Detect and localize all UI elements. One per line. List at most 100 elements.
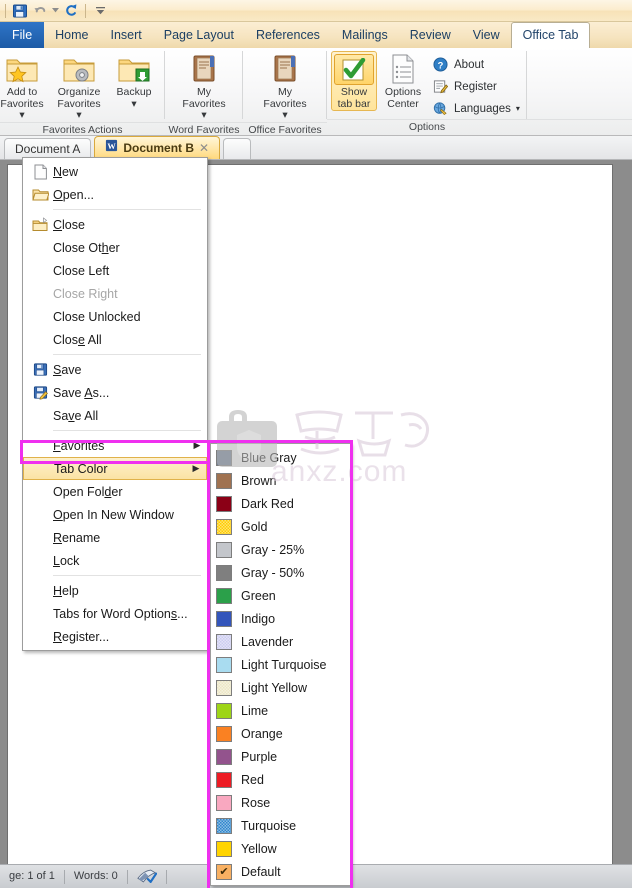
color-item-turquoise[interactable]: Turquoise — [211, 814, 350, 837]
color-item-red[interactable]: Red — [211, 768, 350, 791]
color-item-gold[interactable]: Gold — [211, 515, 350, 538]
close-folder-icon — [27, 215, 53, 234]
color-item-indigo[interactable]: Indigo — [211, 607, 350, 630]
color-item-light-turquoise[interactable]: Light Turquoise — [211, 653, 350, 676]
word-count[interactable]: Words: 0 — [65, 868, 127, 885]
word-my-favorites-dropdown-icon[interactable]: ▾ — [201, 109, 206, 122]
undo-dropdown-icon[interactable] — [51, 2, 60, 20]
menu-item-close-other[interactable]: Close Other — [23, 236, 207, 259]
save-as-icon — [27, 383, 53, 402]
ribbon-tab-page-layout[interactable]: Page Layout — [153, 23, 245, 48]
customize-quick-access-icon[interactable] — [91, 2, 109, 20]
undo-icon[interactable] — [31, 2, 49, 20]
menu-item-save-all[interactable]: Save All — [23, 404, 207, 427]
color-item-lime[interactable]: Lime — [211, 699, 350, 722]
office-my-favorites-dropdown-icon[interactable]: ▾ — [282, 109, 287, 122]
menu-item-open[interactable]: Open... — [23, 183, 207, 206]
word-my-favorites-button[interactable]: My Favorites ▾ — [173, 51, 235, 122]
help-question-icon: ? — [432, 56, 449, 73]
menu-item-lock[interactable]: Lock — [23, 549, 207, 572]
languages-label: Languages — [454, 102, 511, 115]
menu-item-help[interactable]: Help — [23, 579, 207, 602]
languages-dropdown-icon[interactable]: ▾ — [516, 104, 520, 113]
save-icon[interactable] — [11, 2, 29, 20]
menu-item-save-as[interactable]: Save As... — [23, 381, 207, 404]
color-item-green[interactable]: Green — [211, 584, 350, 607]
color-item-label: Turquoise — [241, 818, 297, 833]
color-item-rose[interactable]: Rose — [211, 791, 350, 814]
ribbon-tab-strip: File Home Insert Page Layout References … — [0, 22, 632, 48]
ribbon-tab-office-tab[interactable]: Office Tab — [510, 22, 591, 48]
menu-item-tab-color[interactable]: Tab Color ▶ — [23, 457, 207, 480]
menu-item-new-label: New — [53, 164, 79, 179]
menu-item-close-left[interactable]: Close Left — [23, 259, 207, 282]
add-to-favorites-button[interactable]: Add to Favorites ▾ — [0, 51, 48, 122]
proofing-errors-icon[interactable] — [128, 868, 166, 885]
menu-item-open-folder[interactable]: Open Folder — [23, 480, 207, 503]
menu-item-save-as-label: Save As... — [53, 385, 110, 400]
ribbon-tab-mailings[interactable]: Mailings — [331, 23, 399, 48]
color-swatch-icon — [216, 587, 232, 604]
menu-item-open-label: Open... — [53, 187, 95, 202]
ribbon-tab-insert[interactable]: Insert — [100, 23, 153, 48]
ribbon-tab-file[interactable]: File — [0, 22, 45, 48]
register-button[interactable]: Register — [429, 77, 525, 96]
color-item-lavender[interactable]: Lavender — [211, 630, 350, 653]
color-item-yellow[interactable]: Yellow — [211, 837, 350, 860]
redo-icon[interactable] — [62, 2, 80, 20]
backup-label: Backup — [116, 86, 152, 98]
document-tab-b-label: Document B — [123, 141, 195, 155]
color-item-gray-25[interactable]: Gray - 25% — [211, 538, 350, 561]
ribbon-tab-view[interactable]: View — [462, 23, 511, 48]
backup-dropdown-icon[interactable]: ▾ — [131, 98, 136, 111]
document-tab-b[interactable]: W Document B ✕ — [94, 136, 221, 159]
menu-item-register[interactable]: Register... — [23, 625, 207, 648]
languages-button[interactable]: Languages ▾ — [429, 99, 525, 118]
menu-item-open-in-new-window[interactable]: Open In New Window — [23, 503, 207, 526]
color-item-blue-gray[interactable]: Blue Gray — [211, 446, 350, 469]
options-center-button[interactable]: Options Center — [377, 51, 429, 110]
menu-item-favorites[interactable]: Favorites ▶ — [23, 434, 207, 457]
document-tab-new[interactable] — [223, 138, 252, 159]
organize-favorites-dropdown-icon[interactable]: ▾ — [76, 109, 81, 122]
show-tab-bar-button[interactable]: Show tab bar — [331, 51, 377, 111]
color-item-dark-red[interactable]: Dark Red — [211, 492, 350, 515]
page-indicator[interactable]: ge: 1 of 1 — [0, 868, 64, 885]
menu-item-save-label: Save — [53, 362, 82, 377]
menu-item-close[interactable]: Close — [23, 213, 207, 236]
document-tab-a[interactable]: Document A — [4, 138, 92, 159]
close-icon[interactable]: ✕ — [199, 137, 209, 159]
color-item-gray-50[interactable]: Gray - 50% — [211, 561, 350, 584]
color-item-light-yellow[interactable]: Light Yellow — [211, 676, 350, 699]
tab-context-menu: New Open... Close Close Other Close Left… — [22, 157, 208, 651]
tab-color-submenu: Blue Gray Brown Dark Red Gold Gray - 25% Gray… — [210, 443, 351, 886]
about-button[interactable]: ? About — [429, 55, 525, 74]
menu-item-tabs-for-word-options[interactable]: Tabs for Word Options... — [23, 602, 207, 625]
color-item-default[interactable]: ✔ Default — [211, 860, 350, 883]
about-label: About — [454, 58, 485, 71]
ribbon-tab-references[interactable]: References — [245, 23, 331, 48]
menu-item-new[interactable]: New — [23, 160, 207, 183]
ribbon-group-empty-label — [527, 119, 632, 135]
ribbon-tab-home[interactable]: Home — [44, 23, 99, 48]
menu-item-rename[interactable]: Rename — [23, 526, 207, 549]
color-swatch-icon — [216, 610, 232, 627]
document-list-icon — [389, 51, 417, 85]
add-to-favorites-dropdown-icon[interactable]: ▾ — [19, 109, 24, 122]
menu-item-close-all[interactable]: Close All — [23, 328, 207, 351]
show-tab-bar-label: Show tab bar — [337, 86, 371, 110]
organize-favorites-button[interactable]: Organize Favorites ▾ — [48, 51, 110, 122]
office-my-favorites-button[interactable]: My Favorites ▾ — [254, 51, 316, 122]
menu-item-close-unlocked[interactable]: Close Unlocked — [23, 305, 207, 328]
color-swatch-icon — [216, 748, 232, 765]
color-item-orange[interactable]: Orange — [211, 722, 350, 745]
organize-favorites-label: Organize Favorites — [57, 86, 101, 110]
new-document-icon — [27, 162, 53, 181]
color-swatch-icon — [216, 840, 232, 857]
color-item-brown[interactable]: Brown — [211, 469, 350, 492]
menu-item-save[interactable]: Save — [23, 358, 207, 381]
color-item-label: Red — [241, 772, 264, 787]
ribbon-tab-review[interactable]: Review — [399, 23, 462, 48]
backup-button[interactable]: Backup ▾ — [110, 51, 158, 110]
color-item-purple[interactable]: Purple — [211, 745, 350, 768]
